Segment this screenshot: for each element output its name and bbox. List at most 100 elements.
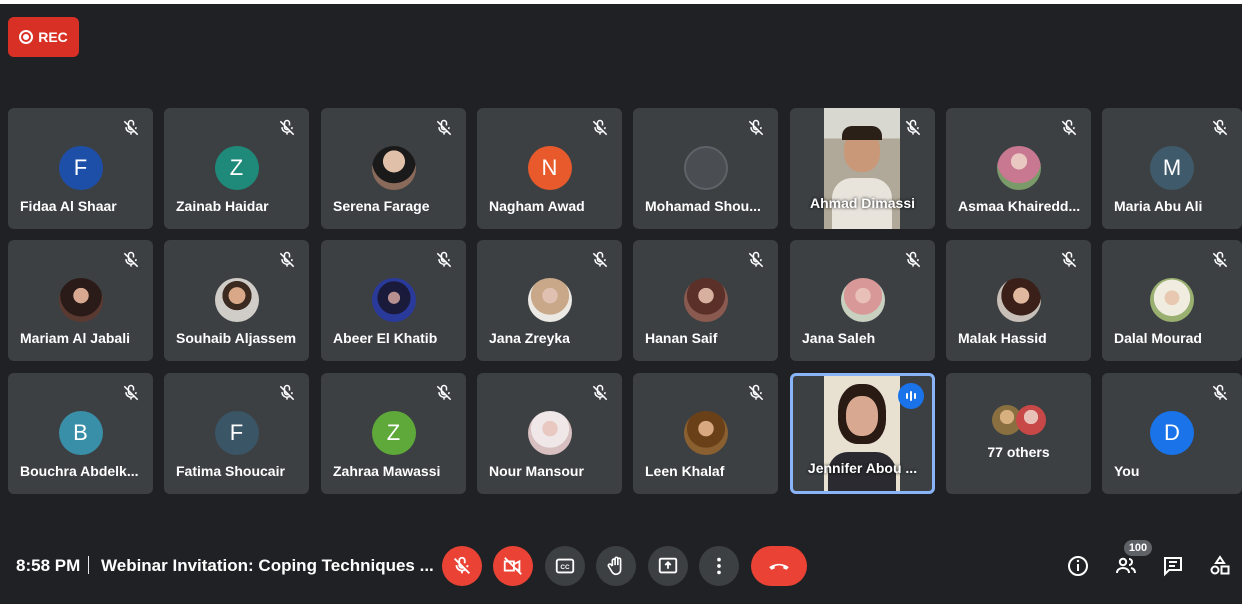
participant-name: Mohamad Shou... [645, 198, 761, 214]
mic-off-icon [279, 384, 295, 401]
participant-name: Hanan Saif [645, 330, 718, 346]
participant-tile[interactable]: Abeer El Khatib [321, 240, 466, 361]
participant-name: Bouchra Abdelk... [20, 463, 139, 479]
participant-tile[interactable]: N Nagham Awad [477, 108, 622, 229]
microphone-toggle-button[interactable] [442, 546, 482, 586]
participant-tile[interactable]: B Bouchra Abdelk... [8, 373, 153, 494]
participant-tile[interactable]: M Maria Abu Ali [1102, 108, 1242, 229]
present-icon [658, 557, 678, 574]
participant-name: Mariam Al Jabali [20, 330, 130, 346]
mic-off-icon [123, 251, 139, 268]
activities-icon[interactable] [1208, 554, 1232, 578]
participant-name: Zahraa Mawassi [333, 463, 441, 479]
avatar-photo [1150, 278, 1194, 322]
mic-off-icon [436, 119, 452, 136]
participant-name: Jennifer Abou ... [807, 460, 918, 476]
closed-captions-icon: CC [555, 558, 575, 574]
participant-name: Fatima Shoucair [176, 463, 285, 479]
participant-tile[interactable]: F Fidaa Al Shaar [8, 108, 153, 229]
participant-tile[interactable]: Jana Saleh [790, 240, 935, 361]
chat-icon[interactable] [1161, 554, 1185, 578]
mic-off-icon [1212, 384, 1228, 401]
mic-off-icon [1212, 119, 1228, 136]
mic-off-icon [592, 384, 608, 401]
bottom-edge [0, 604, 1242, 614]
participant-tile[interactable]: Hanan Saif [633, 240, 778, 361]
avatar: B [58, 411, 103, 455]
participant-tile[interactable]: Z Zainab Haidar [164, 108, 309, 229]
avatar-blank [683, 146, 728, 190]
participant-name: Asmaa Khairedd... [958, 198, 1081, 214]
others-tile[interactable]: 77 others [946, 373, 1091, 494]
mic-off-icon [279, 251, 295, 268]
avatar-photo [58, 278, 103, 322]
participant-name: Dalal Mourad [1114, 330, 1202, 346]
mic-off-icon [436, 384, 452, 401]
avatar: Z [371, 411, 416, 455]
self-tile[interactable]: D You [1102, 373, 1242, 494]
participant-name: Fidaa Al Shaar [20, 198, 117, 214]
end-call-button[interactable] [751, 546, 807, 586]
mic-off-icon [748, 384, 764, 401]
raise-hand-button[interactable] [596, 546, 636, 586]
avatar: F [58, 146, 103, 190]
camera-toggle-button[interactable] [493, 546, 533, 586]
avatar: N [527, 146, 572, 190]
participant-tile[interactable]: Souhaib Aljassem [164, 240, 309, 361]
avatar-photo [527, 278, 572, 322]
participant-tile[interactable]: Serena Farage [321, 108, 466, 229]
avatar: D [1150, 411, 1194, 455]
current-time: 8:58 PM [16, 556, 81, 575]
mic-off-icon [454, 556, 470, 574]
mic-off-icon [123, 384, 139, 401]
avatar-photo [996, 146, 1041, 190]
participant-tile[interactable]: Ahmad Dimassi [790, 108, 935, 229]
divider [88, 556, 89, 574]
participant-name: Leen Khalaf [645, 463, 725, 479]
camera-off-icon [503, 557, 522, 575]
participant-tile[interactable]: Malak Hassid [946, 240, 1091, 361]
avatar: Z [214, 146, 259, 190]
person-hair [842, 126, 882, 140]
participant-tile[interactable]: Dalal Mourad [1102, 240, 1242, 361]
participant-name: Zainab Haidar [176, 198, 269, 214]
participant-name: Jana Saleh [802, 330, 876, 346]
mic-off-icon [1061, 119, 1077, 136]
others-count-label: 77 others [987, 444, 1050, 460]
mic-off-icon [592, 119, 608, 136]
svg-text:CC: CC [560, 564, 570, 571]
avatar: F [214, 411, 259, 455]
participant-name: Malak Hassid [958, 330, 1047, 346]
meeting-title[interactable]: Webinar Invitation: Coping Techniques ..… [101, 556, 434, 576]
participant-tile[interactable]: Jana Zreyka [477, 240, 622, 361]
participant-count-badge: 100 [1124, 540, 1152, 556]
participant-tile[interactable]: Nour Mansour [477, 373, 622, 494]
present-screen-button[interactable] [648, 546, 688, 586]
participant-name: Ahmad Dimassi [809, 195, 916, 211]
meeting-info-icon[interactable] [1066, 554, 1090, 578]
participant-tile[interactable]: Asmaa Khairedd... [946, 108, 1091, 229]
recording-label: REC [38, 29, 68, 45]
mic-off-icon [748, 251, 764, 268]
captions-button[interactable]: CC [545, 546, 585, 586]
audio-wave-icon [906, 391, 916, 401]
participant-name: Abeer El Khatib [333, 330, 438, 346]
avatar-photo [1016, 405, 1046, 435]
top-edge [0, 0, 1242, 4]
participant-tile[interactable]: F Fatima Shoucair [164, 373, 309, 494]
participant-tile-active-speaker[interactable]: Jennifer Abou ... [790, 373, 935, 494]
speaking-indicator [898, 383, 924, 409]
participant-tile[interactable]: Mohamad Shou... [633, 108, 778, 229]
participant-tile[interactable]: Mariam Al Jabali [8, 240, 153, 361]
avatar-photo [996, 278, 1041, 322]
people-icon[interactable] [1114, 554, 1138, 578]
participant-name: Nour Mansour [489, 463, 584, 479]
hand-icon [607, 556, 622, 576]
recording-indicator[interactable]: REC [8, 17, 79, 57]
participant-name: Maria Abu Ali [1114, 198, 1203, 214]
mic-off-icon [1061, 251, 1077, 268]
others-avatars [992, 403, 1052, 437]
participant-tile[interactable]: Leen Khalaf [633, 373, 778, 494]
participant-tile[interactable]: Z Zahraa Mawassi [321, 373, 466, 494]
more-options-button[interactable] [699, 546, 739, 586]
